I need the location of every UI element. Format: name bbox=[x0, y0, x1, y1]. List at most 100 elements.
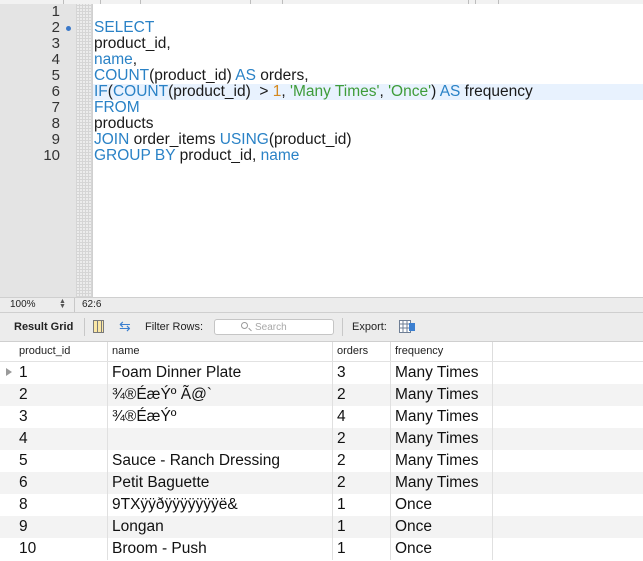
fold-margin bbox=[76, 4, 93, 297]
sql-keyword: USING bbox=[219, 131, 269, 148]
sql-keyword: COUNT bbox=[112, 83, 169, 100]
cell-name[interactable]: ¾®ÉæÝº Ã@` bbox=[108, 384, 333, 406]
cell-product-id[interactable]: 9 bbox=[15, 516, 108, 538]
cell-frequency[interactable]: Many Times bbox=[391, 450, 493, 472]
table-row[interactable]: 2 ¾®ÉæÝº Ã@` 2 Many Times bbox=[0, 384, 643, 406]
grid-header: product_id name orders frequency bbox=[0, 342, 643, 362]
cell-orders[interactable]: 4 bbox=[333, 406, 391, 428]
filter-search-box[interactable] bbox=[214, 319, 334, 335]
sql-token: (product_id) bbox=[268, 131, 352, 148]
cell-product-id[interactable]: 10 bbox=[15, 538, 108, 560]
cell-orders[interactable]: 1 bbox=[333, 538, 391, 560]
cell-name[interactable]: Petit Baguette bbox=[108, 472, 333, 494]
line-number: 9 bbox=[51, 131, 60, 148]
refresh-icon[interactable]: ⇆ bbox=[119, 319, 131, 333]
cell-name[interactable]: 9TXÿÿðÿÿÿÿÿÿÿë& bbox=[108, 494, 333, 516]
code-line[interactable]: SELECT bbox=[94, 20, 154, 36]
cell-frequency[interactable]: Many Times bbox=[391, 384, 493, 406]
cell-frequency[interactable]: Once bbox=[391, 516, 493, 538]
table-row[interactable]: 4 2 Many Times bbox=[0, 428, 643, 450]
cell-product-id[interactable]: 2 bbox=[15, 384, 108, 406]
code-line[interactable]: FROM bbox=[94, 100, 140, 116]
status-divider bbox=[74, 298, 75, 312]
sql-editor[interactable]: 1 2 3 4 5 6 7 8 9 10 SELECT product_id, na… bbox=[0, 0, 643, 297]
export-table-icon[interactable] bbox=[399, 319, 416, 334]
cell-orders[interactable]: 2 bbox=[333, 472, 391, 494]
cell-orders[interactable]: 2 bbox=[333, 428, 391, 450]
sql-token: products bbox=[94, 115, 154, 132]
toolbar-divider bbox=[342, 318, 343, 336]
cell-product-id[interactable]: 1 bbox=[15, 362, 108, 384]
toolbar-divider bbox=[84, 318, 85, 336]
sql-token: , bbox=[281, 83, 290, 100]
line-number: 3 bbox=[51, 35, 60, 52]
grid-view-icon[interactable] bbox=[93, 320, 104, 333]
column-header-product-id[interactable]: product_id bbox=[15, 342, 108, 361]
table-row[interactable]: 1 Foam Dinner Plate 3 Many Times bbox=[0, 362, 643, 384]
sql-token: product_id, bbox=[175, 147, 261, 164]
export-label: Export: bbox=[352, 321, 387, 333]
cell-product-id[interactable]: 6 bbox=[15, 472, 108, 494]
cell-product-id[interactable]: 8 bbox=[15, 494, 108, 516]
cell-orders[interactable]: 2 bbox=[333, 384, 391, 406]
cell-name[interactable]: ¾®ÉæÝº bbox=[108, 406, 333, 428]
sql-string: 'Once' bbox=[388, 83, 432, 100]
cell-name[interactable]: Foam Dinner Plate bbox=[108, 362, 333, 384]
sql-token: (product_id) bbox=[149, 67, 236, 84]
statement-marker-icon bbox=[66, 26, 71, 31]
code-line[interactable]: product_id, bbox=[94, 36, 171, 52]
sql-keyword: GROUP BY bbox=[94, 147, 176, 164]
cell-frequency[interactable]: Once bbox=[391, 538, 493, 560]
sql-keyword: AS bbox=[439, 83, 461, 100]
cell-orders[interactable]: 1 bbox=[333, 494, 391, 516]
cell-frequency[interactable]: Many Times bbox=[391, 428, 493, 450]
search-icon bbox=[241, 322, 248, 329]
result-grid[interactable]: product_id name orders frequency 1 Foam D… bbox=[0, 342, 643, 561]
filter-rows-label: Filter Rows: bbox=[145, 321, 204, 333]
cell-frequency[interactable]: Once bbox=[391, 494, 493, 516]
filter-search-input[interactable] bbox=[255, 321, 331, 333]
sql-token: , bbox=[379, 83, 389, 100]
line-number: 4 bbox=[51, 51, 60, 68]
cell-name[interactable] bbox=[108, 428, 333, 450]
cell-orders[interactable]: 1 bbox=[333, 516, 391, 538]
cell-frequency[interactable]: Many Times bbox=[391, 362, 493, 384]
code-line[interactable]: GROUP BY product_id, name bbox=[94, 148, 299, 164]
cell-name[interactable]: Longan bbox=[108, 516, 333, 538]
sql-string: 'Many Times' bbox=[290, 83, 380, 100]
sql-token: frequency bbox=[460, 83, 533, 100]
cursor-position: 62:6 bbox=[82, 299, 102, 310]
code-line[interactable]: name, bbox=[94, 52, 137, 68]
code-line[interactable]: IF(COUNT(product_id) > 1, 'Many Times', … bbox=[94, 84, 533, 100]
cell-name[interactable]: Broom - Push bbox=[108, 538, 333, 560]
table-row[interactable]: 3 ¾®ÉæÝº 4 Many Times bbox=[0, 406, 643, 428]
table-row[interactable]: 5 Sauce - Ranch Dressing 2 Many Times bbox=[0, 450, 643, 472]
cell-frequency[interactable]: Many Times bbox=[391, 406, 493, 428]
table-row[interactable]: 9 Longan 1 Once bbox=[0, 516, 643, 538]
table-row[interactable]: 6 Petit Baguette 2 Many Times bbox=[0, 472, 643, 494]
result-grid-tab[interactable]: Result Grid bbox=[14, 321, 73, 333]
cell-name[interactable]: Sauce - Ranch Dressing bbox=[108, 450, 333, 472]
line-number: 5 bbox=[51, 67, 60, 84]
sql-token: , bbox=[132, 51, 138, 68]
cell-product-id[interactable]: 3 bbox=[15, 406, 108, 428]
column-header-orders[interactable]: orders bbox=[333, 342, 391, 361]
cell-product-id[interactable]: 4 bbox=[15, 428, 108, 450]
column-header-name[interactable]: name bbox=[108, 342, 333, 361]
sql-token: ) bbox=[431, 83, 440, 100]
code-line[interactable]: COUNT(product_id) AS orders, bbox=[94, 68, 309, 84]
sql-keyword: IF bbox=[94, 83, 108, 100]
column-header-frequency[interactable]: frequency bbox=[391, 342, 493, 361]
editor-status-bar: 100% ▲ ▼ 62:6 bbox=[0, 297, 643, 313]
cell-frequency[interactable]: Many Times bbox=[391, 472, 493, 494]
table-row[interactable]: 10 Broom - Push 1 Once bbox=[0, 538, 643, 560]
table-row[interactable]: 8 9TXÿÿðÿÿÿÿÿÿÿë& 1 Once bbox=[0, 494, 643, 516]
cell-orders[interactable]: 3 bbox=[333, 362, 391, 384]
cell-product-id[interactable]: 5 bbox=[15, 450, 108, 472]
zoom-stepper-icon[interactable]: ▲ ▼ bbox=[58, 298, 67, 310]
code-line[interactable]: products bbox=[94, 116, 153, 132]
result-toolbar: Result Grid ⇆ Filter Rows: Export: bbox=[0, 313, 643, 342]
line-number: 1 bbox=[51, 3, 60, 20]
cell-orders[interactable]: 2 bbox=[333, 450, 391, 472]
code-line[interactable]: JOIN order_items USING(product_id) bbox=[94, 132, 352, 148]
